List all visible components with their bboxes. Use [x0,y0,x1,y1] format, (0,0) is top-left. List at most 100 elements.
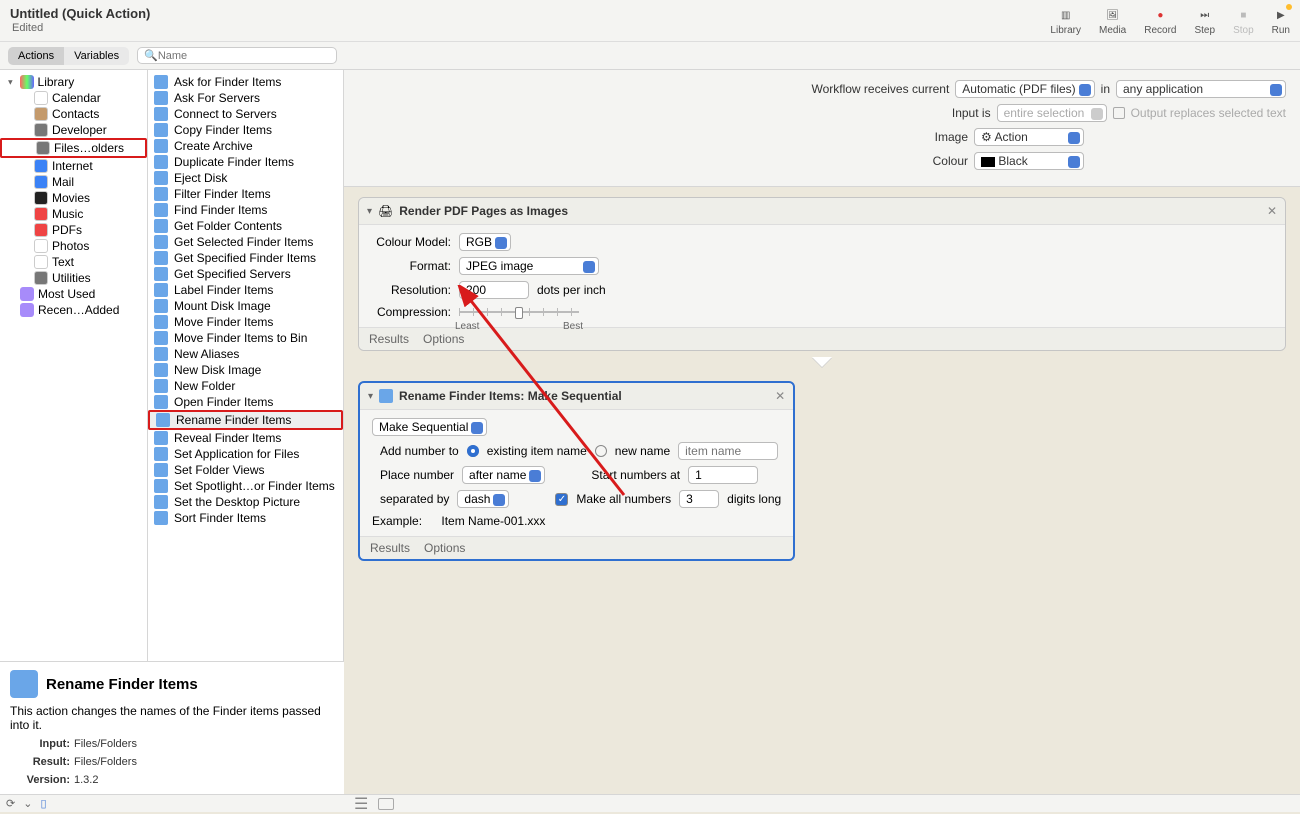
sync-icon[interactable]: ⟳ [6,797,15,810]
action-list-item[interactable]: Label Finder Items [148,282,343,298]
action-list-item[interactable]: Open Finder Items [148,394,343,410]
separated-by-select[interactable]: dash [457,490,509,508]
app-select[interactable]: any application [1116,80,1286,98]
action-list-item[interactable]: Set Folder Views [148,462,343,478]
record-button[interactable]: ●Record [1144,6,1176,36]
canvas-statusbar: ☰ [344,794,1300,812]
library-item[interactable]: Most Used [0,286,147,302]
bookmark-icon[interactable]: ▯ [40,797,46,810]
media-button[interactable]: 🖼Media [1099,6,1126,36]
action-list-item[interactable]: Eject Disk [148,170,343,186]
window-title: Untitled (Quick Action) [10,6,150,21]
action-list-item[interactable]: Sort Finder Items [148,510,343,526]
options-button[interactable]: Options [424,541,465,555]
library-item[interactable]: Files…olders [0,138,147,158]
separated-by-label: separated by [380,492,449,506]
results-button[interactable]: Results [369,332,409,346]
chevron-down-icon[interactable]: ⌄ [23,797,32,810]
library-item[interactable]: PDFs [0,222,147,238]
stop-icon: ■ [1234,6,1252,24]
receives-select[interactable]: Automatic (PDF files) [955,80,1094,98]
action-list-item[interactable]: Move Finder Items [148,314,343,330]
action-list-item[interactable]: New Aliases [148,346,343,362]
add-number-label: Add number to [380,444,459,458]
format-label: Format: [371,259,451,273]
action-list-item[interactable]: New Disk Image [148,362,343,378]
info-description: This action changes the names of the Fin… [10,704,334,732]
colour-model-select[interactable]: RGB [459,233,511,251]
pdf-icon: 🖨 [378,204,393,218]
action-list-item[interactable]: Get Selected Finder Items [148,234,343,250]
digits-input[interactable] [679,490,719,508]
library-item[interactable]: Movies [0,190,147,206]
library-tabs[interactable]: Actions Variables [8,47,129,65]
library-item[interactable]: Mail [0,174,147,190]
action-list-item[interactable]: Get Specified Servers [148,266,343,282]
action-list-item[interactable]: Rename Finder Items [148,410,343,430]
step-button[interactable]: ⏭Step [1194,6,1215,36]
tab-variables[interactable]: Variables [64,47,129,65]
action-list-item[interactable]: Get Folder Contents [148,218,343,234]
action-list-item[interactable]: Ask for Finder Items [148,74,343,90]
library-item[interactable]: Internet [0,158,147,174]
titlebar: Untitled (Quick Action) Edited ▥Library … [0,0,1300,42]
sidebar-icon: ▥ [1057,6,1075,24]
start-at-input[interactable] [688,466,758,484]
action-list-item[interactable]: Reveal Finder Items [148,430,343,446]
action-list-item[interactable]: Create Archive [148,138,343,154]
action-list-item[interactable]: Connect to Servers [148,106,343,122]
run-button[interactable]: ▶Run [1272,6,1290,36]
library-item[interactable]: Photos [0,238,147,254]
action-list-item[interactable]: Move Finder Items to Bin [148,330,343,346]
place-number-select[interactable]: after name [462,466,545,484]
action-rename-finder[interactable]: ▾ Rename Finder Items: Make Sequential ✕… [358,381,795,561]
action-list-item[interactable]: Set Spotlight…or Finder Items [148,478,343,494]
flow-view-icon[interactable] [378,798,394,810]
resolution-input[interactable] [459,281,529,299]
tab-actions[interactable]: Actions [8,47,64,65]
compression-slider[interactable]: Least Best [459,305,579,319]
action-list-item[interactable]: Set Application for Files [148,446,343,462]
disclosure-icon[interactable]: ▾ [367,206,372,217]
options-button[interactable]: Options [423,332,464,346]
action-list-item[interactable]: Mount Disk Image [148,298,343,314]
image-select[interactable]: ⚙ Action [974,128,1084,146]
place-number-label: Place number [380,468,454,482]
action-list-item[interactable]: Get Specified Finder Items [148,250,343,266]
window-subtitle: Edited [12,22,43,34]
rename-mode-select[interactable]: Make Sequential [372,418,487,436]
action-list-item[interactable]: Duplicate Finder Items [148,154,343,170]
action-render-pdf[interactable]: ▾ 🖨 Render PDF Pages as Images ✕ Colour … [358,197,1286,351]
library-item[interactable]: Contacts [0,106,147,122]
library-item[interactable]: Calendar [0,90,147,106]
library-item[interactable]: Utilities [0,270,147,286]
action-list-item[interactable]: Copy Finder Items [148,122,343,138]
colour-select[interactable]: Black [974,152,1084,170]
search-input[interactable] [158,50,330,62]
library-item[interactable]: Music [0,206,147,222]
library-item[interactable]: Developer [0,122,147,138]
action-list-item[interactable]: Find Finder Items [148,202,343,218]
action-list-item[interactable]: Ask For Servers [148,90,343,106]
close-icon[interactable]: ✕ [1267,204,1277,218]
existing-name-radio[interactable] [467,445,479,457]
library-button[interactable]: ▥Library [1050,6,1081,36]
action-list-item[interactable]: Filter Finder Items [148,186,343,202]
receives-label: Workflow receives current [811,82,949,96]
library-root[interactable]: Library [0,74,147,90]
list-view-icon[interactable]: ☰ [354,794,368,814]
step-icon: ⏭ [1196,6,1214,24]
library-item[interactable]: Recen…Added [0,302,147,318]
make-all-checkbox[interactable]: ✓ [555,493,568,506]
workflow-canvas[interactable]: Workflow receives current Automatic (PDF… [344,70,1300,793]
search-field[interactable]: 🔍 [137,47,337,64]
library-item[interactable]: Text [0,254,147,270]
finder-icon [10,670,38,698]
disclosure-icon[interactable]: ▾ [368,391,373,402]
new-name-radio[interactable] [595,445,607,457]
format-select[interactable]: JPEG image [459,257,599,275]
action-list-item[interactable]: New Folder [148,378,343,394]
results-button[interactable]: Results [370,541,410,555]
action-list-item[interactable]: Set the Desktop Picture [148,494,343,510]
close-icon[interactable]: ✕ [775,389,785,403]
